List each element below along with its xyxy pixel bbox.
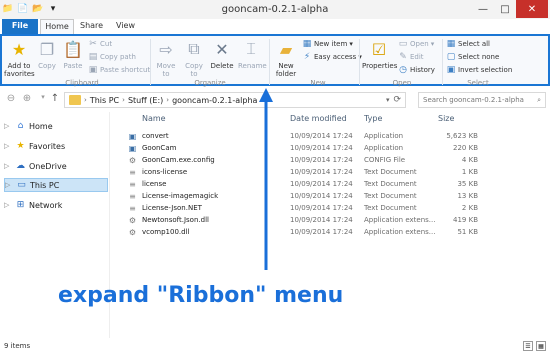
status-item-count: 9 items (4, 342, 31, 350)
annotation-text: expand "Ribbon" menu (58, 283, 344, 308)
details-view-icon[interactable]: ☰ (523, 341, 533, 351)
view-switcher: ☰ ▦ (523, 341, 546, 351)
large-icons-view-icon[interactable]: ▦ (536, 341, 546, 351)
